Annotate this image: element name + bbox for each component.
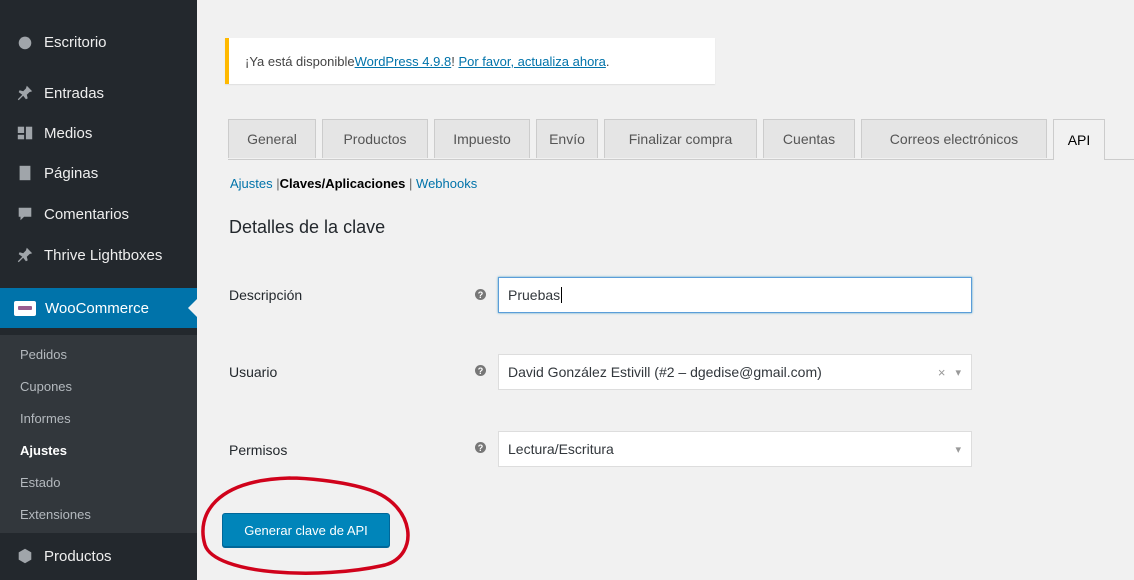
menu-label: Comentarios xyxy=(44,205,130,223)
submenu-item-informes[interactable]: Informes xyxy=(20,411,71,426)
api-subnav: Ajustes |Claves/Aplicaciones | Webhooks xyxy=(230,176,477,191)
descripcion-input[interactable]: Pruebas xyxy=(498,277,972,313)
descripcion-label: Descripción xyxy=(229,287,303,303)
usuario-select[interactable]: David González Estivill (#2 – dgedise@gm… xyxy=(498,354,972,390)
tab-correos-electronicos[interactable]: Correos electrónicos xyxy=(861,119,1047,158)
menu-item-medios[interactable]: Medios xyxy=(0,115,197,151)
submenu-item-estado[interactable]: Estado xyxy=(20,475,60,490)
tab-envio[interactable]: Envío xyxy=(536,119,598,158)
subnav-claves-aplicaciones[interactable]: Claves/Aplicaciones xyxy=(280,176,406,191)
chevron-down-icon[interactable]: ▾ xyxy=(955,443,961,456)
menu-label: WooCommerce xyxy=(45,299,149,317)
tab-cuentas[interactable]: Cuentas xyxy=(763,119,855,158)
admin-sidebar: Escritorio Entradas Medios Páginas Comen… xyxy=(0,0,197,580)
notice-text: ! xyxy=(451,53,459,69)
pages-icon xyxy=(14,162,36,184)
products-icon xyxy=(14,545,36,567)
menu-label: Escritorio xyxy=(44,33,107,51)
settings-tabs: General Productos Impuesto Envío Finaliz… xyxy=(228,119,1134,161)
subnav-separator: | xyxy=(409,176,413,191)
select-controls: ▾ xyxy=(955,432,961,466)
submenu-item-extensiones[interactable]: Extensiones xyxy=(20,507,91,522)
menu-item-escritorio[interactable]: Escritorio xyxy=(0,24,197,60)
submenu-item-cupones[interactable]: Cupones xyxy=(20,379,72,394)
permisos-label: Permisos xyxy=(229,442,288,458)
dashboard-icon xyxy=(14,31,36,53)
select-controls: × ▾ xyxy=(938,355,961,389)
menu-label: Thrive Lightboxes xyxy=(44,246,163,264)
permisos-value: Lectura/Escritura xyxy=(508,441,614,457)
notice-text: ¡Ya está disponible xyxy=(245,53,355,69)
descripcion-value: Pruebas xyxy=(508,287,561,303)
menu-item-comentarios[interactable]: Comentarios xyxy=(0,196,197,232)
text-caret xyxy=(561,287,563,303)
subnav-webhooks[interactable]: Webhooks xyxy=(416,176,477,191)
woocommerce-icon xyxy=(14,300,36,316)
chevron-down-icon[interactable]: ▾ xyxy=(955,366,961,379)
help-icon[interactable]: ? xyxy=(475,365,486,376)
comments-icon xyxy=(14,203,36,225)
menu-label: Productos xyxy=(44,547,112,565)
permisos-select[interactable]: Lectura/Escritura ▾ xyxy=(498,431,972,467)
woocommerce-submenu: Pedidos Cupones Informes Ajustes Estado … xyxy=(0,335,197,533)
section-title: Detalles de la clave xyxy=(229,217,386,237)
tab-productos[interactable]: Productos xyxy=(322,119,428,158)
generate-api-key-button[interactable]: Generar clave de API xyxy=(222,513,390,547)
update-now-link[interactable]: Por favor, actualiza ahora xyxy=(458,54,605,69)
tab-api[interactable]: API xyxy=(1053,119,1105,160)
tab-finalizar-compra[interactable]: Finalizar compra xyxy=(604,119,757,158)
wordpress-version-link[interactable]: WordPress 4.9.8 xyxy=(355,54,452,69)
submenu-item-ajustes[interactable]: Ajustes xyxy=(20,443,67,458)
update-notice: ¡Ya está disponible WordPress 4.9.8 ! Po… xyxy=(225,38,715,84)
pin-icon xyxy=(14,82,36,104)
tab-impuesto[interactable]: Impuesto xyxy=(434,119,530,158)
subnav-ajustes[interactable]: Ajustes xyxy=(230,176,273,191)
menu-item-paginas[interactable]: Páginas xyxy=(0,155,197,191)
pin-icon xyxy=(14,244,36,266)
menu-item-woocommerce[interactable]: WooCommerce xyxy=(0,288,197,328)
menu-label: Páginas xyxy=(44,164,99,182)
menu-label: Entradas xyxy=(44,84,105,102)
tab-general[interactable]: General xyxy=(228,119,316,158)
menu-item-entradas[interactable]: Entradas xyxy=(0,75,197,111)
submenu-item-pedidos[interactable]: Pedidos xyxy=(20,347,67,362)
usuario-label: Usuario xyxy=(229,364,278,380)
current-menu-arrow xyxy=(188,299,197,317)
menu-item-productos[interactable]: Productos xyxy=(0,538,197,574)
menu-item-thrive-lightboxes[interactable]: Thrive Lightboxes xyxy=(0,237,197,273)
notice-text: . xyxy=(605,53,610,69)
help-icon[interactable]: ? xyxy=(475,442,486,453)
media-icon xyxy=(14,122,36,144)
clear-icon[interactable]: × xyxy=(938,365,946,380)
usuario-value: David González Estivill (#2 – dgedise@gm… xyxy=(508,364,822,380)
menu-label: Medios xyxy=(44,124,93,142)
help-icon[interactable]: ? xyxy=(475,289,486,300)
